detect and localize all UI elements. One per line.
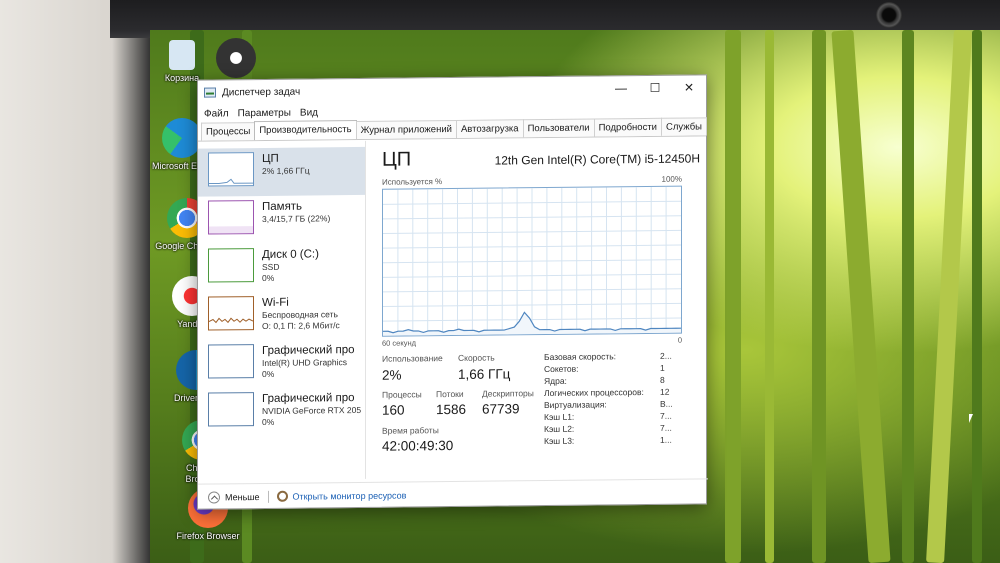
spec-cores-label: Ядра: xyxy=(544,375,567,387)
graph-max: 100% xyxy=(661,174,682,184)
spec-l1-label: Кэш L1: xyxy=(544,411,575,423)
desktop-icon-app[interactable] xyxy=(204,38,268,81)
uptime-label: Время работы xyxy=(382,425,439,436)
task-manager-icon xyxy=(204,87,216,98)
menu-file[interactable]: Файл xyxy=(204,108,229,119)
sidebar-item-detail: 0% xyxy=(262,416,275,427)
sidebar-item-gpu-1[interactable]: Графический про NVIDIA GeForce RTX 205 0… xyxy=(198,387,365,437)
spec-base-speed-value: 2... xyxy=(660,350,672,361)
cpu-usage-graph xyxy=(382,185,682,337)
cpu-stats: Использование 2% Скорость 1,66 ГГц Проце… xyxy=(382,350,700,463)
spec-virtualization-value: В... xyxy=(660,398,673,409)
fewer-details-button[interactable]: Меньше xyxy=(225,492,260,502)
speed-value: 1,66 ГГц xyxy=(458,366,511,382)
spec-l3-value: 1... xyxy=(660,434,672,445)
spec-logical-label: Логических процессоров: xyxy=(544,386,644,399)
spec-l3-label: Кэш L3: xyxy=(544,435,575,447)
minimize-button[interactable]: — xyxy=(604,76,638,100)
sidebar-item-detail: О: 0,1 П: 2,6 Мбит/с xyxy=(262,320,340,331)
maximize-button[interactable]: ☐ xyxy=(638,76,672,100)
sidebar-item-detail: 0% xyxy=(262,368,275,379)
sidebar-item-detail: 2% 1,66 ГГц xyxy=(262,165,310,176)
performance-sidebar: ЦП 2% 1,66 ГГц Память 3,4/15,7 ГБ (22%) … xyxy=(198,140,366,481)
gpu-mini-graph xyxy=(208,344,254,379)
menu-view[interactable]: Вид xyxy=(300,107,318,118)
sidebar-item-title: Память xyxy=(262,200,303,213)
window-title: Диспетчер задач xyxy=(222,86,301,98)
graph-label: Используется % xyxy=(382,177,443,187)
cpu-mini-graph xyxy=(208,152,254,187)
sidebar-item-title: Wi-Fi xyxy=(262,296,289,309)
sidebar-item-detail: NVIDIA GeForce RTX 205 xyxy=(262,404,361,416)
sidebar-item-memory[interactable]: Память 3,4/15,7 ГБ (22%) xyxy=(198,195,365,245)
spec-virtualization-label: Виртуализация: xyxy=(544,399,607,411)
desktop-icon-label: Firefox Browser xyxy=(176,531,240,541)
sidebar-item-wifi[interactable]: Wi-Fi Беспроводная сеть О: 0,1 П: 2,6 Мб… xyxy=(198,291,365,341)
sidebar-item-detail: 0% xyxy=(262,272,275,283)
gpu-mini-graph xyxy=(208,392,254,427)
chevron-up-icon[interactable] xyxy=(208,490,220,504)
close-button[interactable]: ✕ xyxy=(672,75,706,99)
cpu-usage-graph-svg xyxy=(383,186,681,336)
processes-label: Процессы xyxy=(382,389,422,400)
tab-services[interactable]: Службы xyxy=(661,117,707,136)
sidebar-item-disk[interactable]: Диск 0 (C:) SSD 0% xyxy=(198,243,365,293)
usage-label: Использование xyxy=(382,353,443,364)
threads-label: Потоки xyxy=(436,388,464,400)
tab-details[interactable]: Подробности xyxy=(593,117,662,137)
uptime-value: 42:00:49:30 xyxy=(382,437,454,454)
memory-mini-graph xyxy=(208,200,254,235)
sidebar-item-title: Графический про xyxy=(262,344,355,357)
spec-base-speed-label: Базовая скорость: xyxy=(544,351,617,363)
spec-sockets-label: Сокетов: xyxy=(544,363,579,375)
spec-l2-value: 7... xyxy=(660,422,672,433)
spec-sockets-value: 1 xyxy=(660,362,665,373)
sidebar-item-title: ЦП xyxy=(262,152,279,165)
menu-options[interactable]: Параметры xyxy=(238,107,291,119)
cpu-model: 12th Gen Intel(R) Core(TM) i5-12450H xyxy=(494,151,700,168)
graph-time-label: 60 секунд xyxy=(382,338,416,348)
cpu-title: ЦП xyxy=(382,148,412,171)
open-resource-monitor-link[interactable]: Открыть монитор ресурсов xyxy=(293,490,407,501)
tab-processes[interactable]: Процессы xyxy=(201,122,256,141)
spec-cores-value: 8 xyxy=(660,374,665,385)
laptop-bezel-left xyxy=(0,0,160,563)
mouse-cursor xyxy=(969,414,973,423)
wifi-mini-graph xyxy=(208,296,254,331)
graph-min: 0 xyxy=(677,335,682,345)
sidebar-item-cpu[interactable]: ЦП 2% 1,66 ГГц xyxy=(198,146,365,197)
sidebar-item-title: Графический про xyxy=(262,392,355,405)
speed-label: Скорость xyxy=(458,352,495,363)
handles-value: 67739 xyxy=(482,401,520,417)
sidebar-item-detail: 3,4/15,7 ГБ (22%) xyxy=(262,213,331,224)
webcam xyxy=(876,2,902,28)
handles-label: Дескрипторы xyxy=(482,388,534,399)
spec-l1-value: 7... xyxy=(660,410,672,421)
sidebar-item-detail: SSD xyxy=(262,261,280,272)
threads-value: 1586 xyxy=(436,401,467,418)
tab-startup[interactable]: Автозагрузка xyxy=(455,119,524,138)
sidebar-item-detail: Беспроводная сеть xyxy=(262,309,338,320)
window-footer: Меньше Открыть монитор ресурсов xyxy=(198,478,708,510)
edge-icon xyxy=(162,118,202,158)
sidebar-item-gpu-0[interactable]: Графический про Intel(R) UHD Graphics 0% xyxy=(198,339,365,389)
tab-app-history[interactable]: Журнал приложений xyxy=(355,119,457,140)
tab-users[interactable]: Пользователи xyxy=(522,118,595,138)
processes-value: 160 xyxy=(382,402,405,418)
app-icon xyxy=(216,38,256,78)
recycle-bin-icon xyxy=(169,40,195,70)
disk-mini-graph xyxy=(208,248,254,283)
spec-logical-value: 12 xyxy=(660,386,670,397)
task-manager-window: Диспетчер задач — ☐ ✕ Файл Параметры Вид… xyxy=(197,74,708,510)
usage-value: 2% xyxy=(382,367,402,383)
resource-monitor-icon xyxy=(276,490,288,502)
spec-l2-label: Кэш L2: xyxy=(544,423,575,435)
cpu-detail-panel: ЦП 12th Gen Intel(R) Core(TM) i5-12450H … xyxy=(366,137,708,479)
sidebar-item-title: Диск 0 (C:) xyxy=(262,248,319,261)
sidebar-item-detail: Intel(R) UHD Graphics xyxy=(262,357,348,368)
footer-divider xyxy=(267,490,269,503)
tab-performance[interactable]: Производительность xyxy=(254,119,357,141)
